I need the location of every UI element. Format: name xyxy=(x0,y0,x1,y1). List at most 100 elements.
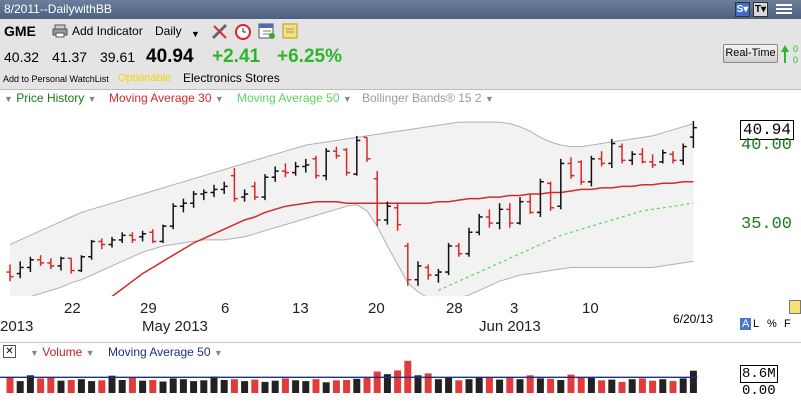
clock-icon[interactable] xyxy=(234,22,252,43)
real-time-button[interactable]: Real-Time xyxy=(723,44,778,63)
volume-bar xyxy=(547,378,555,393)
volume-bar xyxy=(179,379,187,393)
volume-bar xyxy=(322,382,330,393)
volume-bar xyxy=(434,379,442,393)
volume-bar xyxy=(261,381,269,393)
current-date-label: 6/20/13 xyxy=(673,312,714,326)
price-change: +2.41 xyxy=(212,46,261,67)
close-pane-icon[interactable]: ✕ xyxy=(3,345,16,358)
date-label: Jun 2013 xyxy=(479,318,541,335)
volume-bar xyxy=(394,370,402,393)
low-price: 39.61 xyxy=(100,49,136,65)
volume-bar xyxy=(332,380,340,393)
date-label: 13 xyxy=(292,300,309,317)
axis-control-a[interactable]: A xyxy=(740,318,752,330)
industry-label[interactable]: Electronics Stores xyxy=(183,71,280,85)
chevron-down-icon[interactable]: ▼ xyxy=(215,94,224,104)
chevron-down-icon[interactable]: ▼ xyxy=(214,348,223,358)
volume-bar xyxy=(506,376,514,393)
legend-price-history[interactable]: Price History xyxy=(16,91,84,105)
list-icon[interactable] xyxy=(775,2,793,16)
text-menu-button[interactable]: T▾ xyxy=(753,2,768,17)
volume-bar xyxy=(159,381,167,393)
volume-bar xyxy=(587,377,595,393)
last-price: 40.94 xyxy=(146,46,194,67)
axis-control-percent[interactable]: % xyxy=(767,318,777,330)
volume-max-label: 8.6M xyxy=(740,365,778,383)
volume-bar xyxy=(108,375,116,393)
window-title: 8/2011--DailywithBB xyxy=(4,2,112,16)
volume-bar xyxy=(516,379,524,393)
optionable-label: Optionable xyxy=(118,72,172,84)
volume-bar xyxy=(47,378,55,393)
price-label: 40.00 xyxy=(741,136,793,155)
volume-header: ✕ ▼ Volume ▼ Moving Average 50 ▼ 8.6M 0.… xyxy=(0,342,801,399)
volume-bar xyxy=(373,371,381,393)
price-axis: 40.94 40.00 35.00 A L % F xyxy=(740,106,801,340)
chevron-down-icon[interactable]: ▼ xyxy=(343,94,352,104)
legend-ma50[interactable]: Moving Average 50 xyxy=(237,91,340,105)
volume-bar xyxy=(455,380,463,393)
symbol-label[interactable]: GME xyxy=(4,23,36,39)
volume-bar xyxy=(526,375,534,393)
chevron-down-icon[interactable]: ▼ xyxy=(191,29,200,39)
date-label: May 2013 xyxy=(142,318,208,335)
price-label: 35.00 xyxy=(741,215,793,234)
volume-bar xyxy=(343,380,351,393)
volume-bar xyxy=(98,380,106,393)
volume-bar xyxy=(67,380,75,393)
volume-title[interactable]: Volume xyxy=(42,345,82,359)
volume-bar xyxy=(271,380,279,393)
volume-bar xyxy=(200,380,208,393)
date-label: 22 xyxy=(64,300,81,317)
volume-bar xyxy=(77,379,85,393)
volume-bar xyxy=(475,377,483,393)
volume-bar xyxy=(618,381,626,393)
open-price: 40.32 xyxy=(4,49,40,65)
chevron-down-icon[interactable]: ▼ xyxy=(30,348,39,358)
volume-bar xyxy=(26,375,34,393)
legend-ma30[interactable]: Moving Average 30 xyxy=(109,91,212,105)
date-label: 28 xyxy=(446,300,463,317)
scroll-handle-icon[interactable] xyxy=(789,300,801,317)
calendar-icon[interactable] xyxy=(258,22,276,43)
volume-ma-label[interactable]: Moving Average 50 xyxy=(108,345,211,359)
date-axis: 2013 22 29 May 2013 6 13 20 28 3 Jun 201… xyxy=(0,296,740,340)
period-select[interactable]: Daily xyxy=(155,24,182,38)
up-arrow-icon xyxy=(780,44,790,67)
add-to-watchlist-link[interactable]: Add to Personal WatchList xyxy=(3,74,109,84)
volume-bar xyxy=(118,380,126,393)
volume-bar xyxy=(669,381,677,393)
volume-bar xyxy=(577,378,585,393)
date-label: 29 xyxy=(140,300,157,317)
legend-bollinger[interactable]: Bollinger Bands® 15 2 xyxy=(362,91,482,105)
volume-bar xyxy=(220,380,228,393)
volume-bar xyxy=(598,380,606,393)
printer-icon[interactable] xyxy=(52,24,68,41)
volume-bar xyxy=(608,379,616,393)
chevron-down-icon[interactable]: ▼ xyxy=(485,94,494,104)
volume-bar xyxy=(496,379,504,393)
volume-bar xyxy=(88,381,96,393)
volume-bar xyxy=(149,380,157,393)
volume-bar xyxy=(414,375,422,393)
volume-bar xyxy=(649,380,657,393)
chevron-down-icon[interactable]: ▼ xyxy=(86,348,95,358)
date-label: 20 xyxy=(368,300,385,317)
axis-control-f[interactable]: F xyxy=(784,318,791,330)
tools-icon[interactable] xyxy=(211,23,229,43)
axis-control-l[interactable]: L xyxy=(753,318,759,330)
indicator-legend: ▼ Price History ▼ Moving Average 30 ▼ Mo… xyxy=(0,90,801,106)
window-titlebar: 8/2011--DailywithBB S▾ T▾ xyxy=(0,0,801,19)
volume-bar xyxy=(638,378,646,393)
add-indicator-button[interactable]: Add Indicator xyxy=(72,24,143,38)
volume-chart[interactable] xyxy=(0,360,740,403)
volume-bar xyxy=(536,378,544,393)
chart-toolbar: GME Add Indicator Daily ▼ xyxy=(0,19,801,44)
note-icon[interactable] xyxy=(282,23,298,42)
sharp-chart-menu-button[interactable]: S▾ xyxy=(735,2,750,17)
chevron-down-icon[interactable]: ▼ xyxy=(88,94,97,104)
volume-bar xyxy=(241,381,249,393)
expand-triangle-icon[interactable]: ▼ xyxy=(4,94,13,104)
volume-legend: ▼ Volume ▼ xyxy=(30,345,95,359)
